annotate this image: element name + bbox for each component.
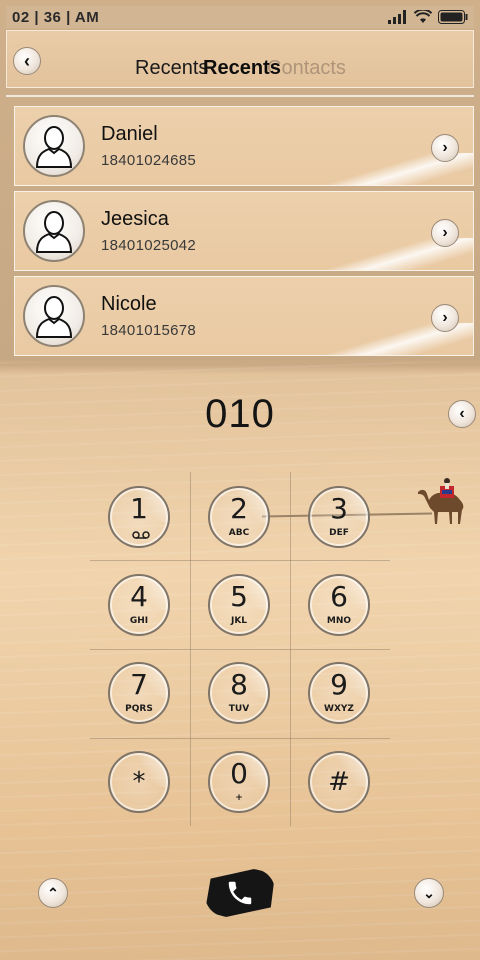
key-3[interactable]: 3 DEF — [308, 486, 370, 548]
phone-icon — [228, 881, 252, 905]
collapse-down-button[interactable]: ⌄ — [414, 878, 444, 908]
key-digit: 1 — [130, 492, 148, 525]
key-2[interactable]: 2 ABC — [208, 486, 270, 548]
contact-number: 18401024685 — [101, 152, 197, 169]
keypad-divider — [90, 738, 390, 739]
key-digit: 9 — [330, 668, 348, 701]
key-9[interactable]: 9 WXYZ — [308, 662, 370, 724]
contact-detail-button[interactable]: › — [431, 219, 459, 247]
key-letters: GHI — [129, 616, 149, 626]
key-6[interactable]: 6 MNO — [308, 574, 370, 636]
contact-detail-button[interactable]: › — [431, 134, 459, 162]
contact-number: 18401025042 — [101, 237, 197, 254]
key-digit: 8 — [230, 668, 248, 701]
person-icon — [35, 296, 73, 338]
person-icon — [35, 211, 73, 253]
key-letters: ABC — [228, 528, 250, 538]
battery-icon — [438, 10, 468, 24]
chevron-right-icon: › — [442, 224, 448, 241]
key-letters: MNO — [326, 616, 352, 626]
key-0[interactable]: 0 + — [208, 751, 270, 813]
expand-up-button[interactable]: ⌃ — [38, 878, 68, 908]
contact-name: Nicole — [101, 293, 157, 315]
voicemail-icon — [132, 531, 150, 539]
keypad: 1 2 ABC 3 DEF 4 GHI 5 JKL 6 MNO 7 PQRS 8… — [90, 472, 390, 826]
header-bar: ‹ Recents Contacts Recents — [6, 30, 474, 88]
avatar — [23, 285, 85, 347]
contact-name: Jeesica — [101, 208, 169, 230]
signal-icon — [388, 10, 406, 24]
key-letters: WXYZ — [324, 704, 354, 714]
key-8[interactable]: 8 TUV — [208, 662, 270, 724]
key-digit: # — [328, 767, 350, 797]
contact-name: Daniel — [101, 123, 158, 145]
camel-rider-image — [418, 478, 464, 524]
chevron-up-icon: ⌃ — [47, 884, 59, 901]
key-hash[interactable]: # — [308, 751, 370, 813]
key-4[interactable]: 4 GHI — [108, 574, 170, 636]
key-digit: 7 — [130, 668, 148, 701]
key-star[interactable]: * — [108, 751, 170, 813]
key-letters: + — [235, 793, 243, 803]
key-digit: 0 — [230, 757, 248, 790]
contact-row[interactable]: Daniel 18401024685 › — [14, 106, 474, 186]
recents-panel: 02 | 36 | AM ‹ Recents Contacts Recents … — [0, 0, 480, 360]
chevron-down-icon: ⌄ — [423, 884, 435, 901]
key-digit: 3 — [330, 492, 348, 525]
back-button[interactable]: ‹ — [13, 47, 41, 75]
wifi-icon — [414, 10, 432, 23]
keypad-divider — [90, 560, 390, 561]
dial-display: 010 — [205, 392, 275, 436]
chevron-left-icon: ‹ — [24, 50, 30, 71]
chevron-right-icon: › — [442, 309, 448, 326]
avatar — [23, 115, 85, 177]
key-digit: 6 — [330, 580, 348, 613]
key-letters: JKL — [230, 616, 248, 626]
contact-detail-button[interactable]: › — [431, 304, 459, 332]
contact-row[interactable]: Nicole 18401015678 › — [14, 276, 474, 356]
key-1[interactable]: 1 — [108, 486, 170, 548]
keypad-divider — [90, 649, 390, 650]
contact-row[interactable]: Jeesica 18401025042 › — [14, 191, 474, 271]
key-letters: PQRS — [125, 704, 153, 714]
backspace-button[interactable]: ‹ — [448, 400, 476, 428]
tab-recents-shadow[interactable]: Recents — [135, 57, 208, 80]
divider — [6, 95, 474, 97]
key-digit: 5 — [230, 580, 248, 613]
key-digit: 4 — [130, 580, 148, 613]
chevron-left-icon: ‹ — [459, 405, 465, 422]
key-letters: DEF — [329, 528, 349, 538]
key-5[interactable]: 5 JKL — [208, 574, 270, 636]
avatar — [23, 200, 85, 262]
contact-number: 18401015678 — [101, 322, 197, 339]
status-time: 02 | 36 | AM — [12, 8, 100, 26]
status-icons — [388, 10, 468, 24]
chevron-right-icon: › — [442, 139, 448, 156]
person-icon — [35, 126, 73, 168]
key-digit: * — [132, 767, 146, 797]
key-7[interactable]: 7 PQRS — [108, 662, 170, 724]
tab-recents[interactable]: Recents — [203, 57, 281, 80]
key-letters: TUV — [228, 704, 250, 714]
status-bar: 02 | 36 | AM — [6, 6, 474, 28]
key-digit: 2 — [230, 492, 248, 525]
